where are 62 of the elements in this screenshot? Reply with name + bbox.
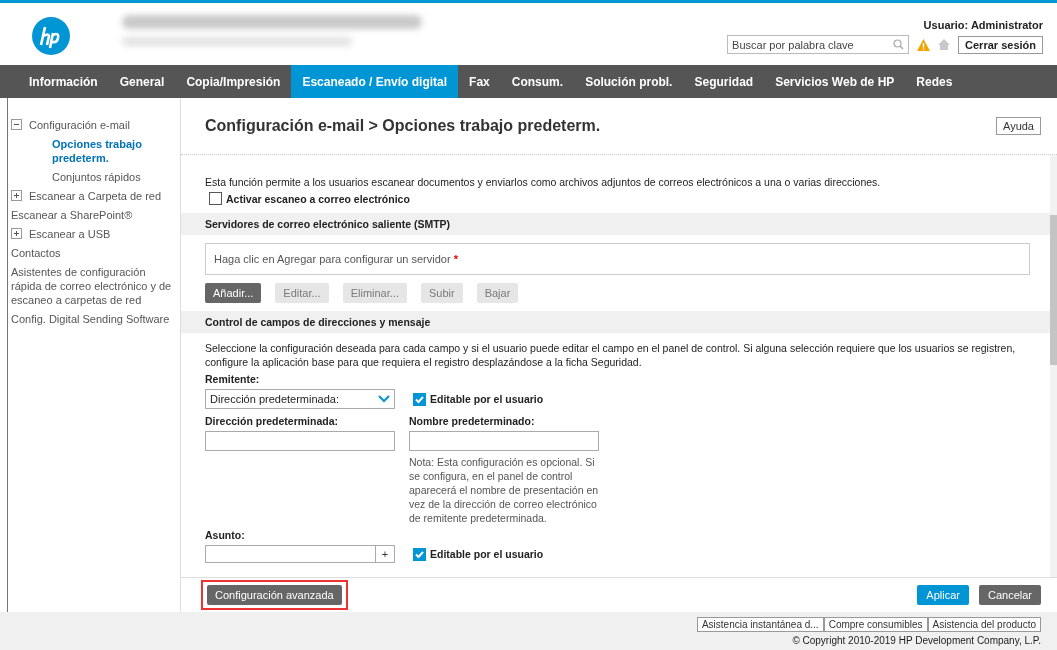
field-label: Asunto: <box>205 529 246 541</box>
chevron-down-icon <box>378 395 390 403</box>
nav-tab[interactable]: Servicios Web de HP <box>764 65 906 98</box>
checkbox-label: Editable por el usuario <box>430 548 544 560</box>
list-button[interactable]: Añadir... <box>205 283 262 303</box>
advanced-settings-button[interactable]: Configuración avanzada <box>207 585 342 605</box>
nav-tab[interactable]: Seguridad <box>683 65 765 98</box>
expander-icon[interactable] <box>11 190 22 201</box>
logout-button[interactable]: Cerrar sesión <box>958 35 1043 54</box>
subject-field[interactable]: + <box>205 545 395 563</box>
nav-tab[interactable]: Consum. <box>500 65 575 98</box>
sender-dropdown[interactable]: Dirección predeterminada: <box>205 389 395 409</box>
nav-tab[interactable]: Redes <box>905 65 964 98</box>
search-icon <box>893 39 905 50</box>
page-title: Configuración e-mail > Opciones trabajo predeterm. <box>205 117 601 135</box>
nav-tab[interactable]: Copia/Impresión <box>175 65 292 98</box>
name-input[interactable] <box>409 431 599 451</box>
checkbox[interactable] <box>413 392 426 406</box>
warning-icon[interactable] <box>917 38 931 51</box>
nav-tab[interactable]: Fax <box>458 65 501 98</box>
footer-link[interactable]: Compre consumibles <box>823 617 928 632</box>
sidebar-item[interactable]: Escanear a USB <box>29 227 111 241</box>
sidebar-item[interactable]: Opciones trabajo predeterm. <box>52 137 172 165</box>
checkbox[interactable] <box>413 547 426 561</box>
field-label: Dirección predeterminada: <box>205 415 340 427</box>
sidebar-item[interactable]: Config. Digital Sending Software <box>11 312 170 326</box>
scrollbar[interactable] <box>1050 155 1057 577</box>
sidebar-item[interactable]: Asistentes de configuración rápida de correo electrónico y de escaneo a carpetas de red <box>11 265 172 307</box>
sidebar-item[interactable]: Configuración e-mail <box>29 118 130 132</box>
section-heading: Servidores de correo electrónico saliente (SMTP) <box>181 213 1050 235</box>
home-icon[interactable] <box>938 39 951 50</box>
sidebar-item[interactable]: Escanear a Carpeta de red <box>29 189 162 203</box>
footer-link[interactable]: Asistencia instantánea d... <box>696 617 824 632</box>
checkbox-label: Activar escaneo a correo electrónico <box>226 192 410 205</box>
sidebar-item[interactable]: Escanear a SharePoint® <box>11 208 133 222</box>
checkbox-label: Editable por el usuario <box>430 393 544 405</box>
server-list[interactable]: Haga clic en Agregar para configurar un servidor * <box>205 243 1030 275</box>
cancel-button[interactable]: Cancelar <box>978 585 1041 605</box>
footer-link[interactable]: Asistencia del producto <box>927 617 1041 632</box>
sidebar-item[interactable]: Conjuntos rápidos <box>52 170 141 184</box>
sidebar-item[interactable]: Contactos <box>11 246 61 260</box>
intro-text: Esta función permite a los usuarios escanear documentos y enviarlos como archivos adjuntos de correos electrónicos a una o varias direcciones. <box>205 176 882 188</box>
help-button[interactable]: Ayuda <box>996 117 1041 135</box>
required-mark: * <box>453 253 458 265</box>
checkbox[interactable] <box>209 192 222 205</box>
add-button[interactable]: + <box>375 546 394 562</box>
section-heading: Control de campos de direcciones y mensaje <box>181 311 1050 333</box>
user-label: Usuario: Administrator <box>923 19 1043 31</box>
field-label: Remitente: <box>205 373 261 385</box>
nav-tab[interactable]: Solución probl. <box>574 65 684 98</box>
copyright-text: © Copyright 2010-2019 HP Development Company, L.P. <box>792 635 1041 646</box>
search-field[interactable]: Buscar por palabra clave <box>727 35 910 54</box>
expander-icon[interactable] <box>11 228 22 239</box>
field-label: Nombre predeterminado: <box>409 415 536 427</box>
description-text: Seleccione la configuración deseada para cada campo y si el usuario puede editar el campo en el panel de control. Si alguna selección requiere que los usuarios se registren, configure la aplicación base para que requiera el registro desplazándose a la ficha Seguridad. <box>205 341 1017 369</box>
expander-icon[interactable] <box>11 119 22 130</box>
note-text: Nota: Esta configuración es opcional. Si se configura, en el panel de control aparecerá el nombre de presentación en vez de la dirección de correo electrónico de remitente predeterminada. <box>409 455 599 525</box>
nav-tab[interactable]: Información <box>18 65 109 98</box>
nav-tab[interactable]: General <box>108 65 176 98</box>
server-placeholder: Haga clic en Agregar para configurar un servidor <box>214 253 451 265</box>
hp-logo-icon <box>32 17 70 55</box>
address-input[interactable] <box>205 431 395 451</box>
